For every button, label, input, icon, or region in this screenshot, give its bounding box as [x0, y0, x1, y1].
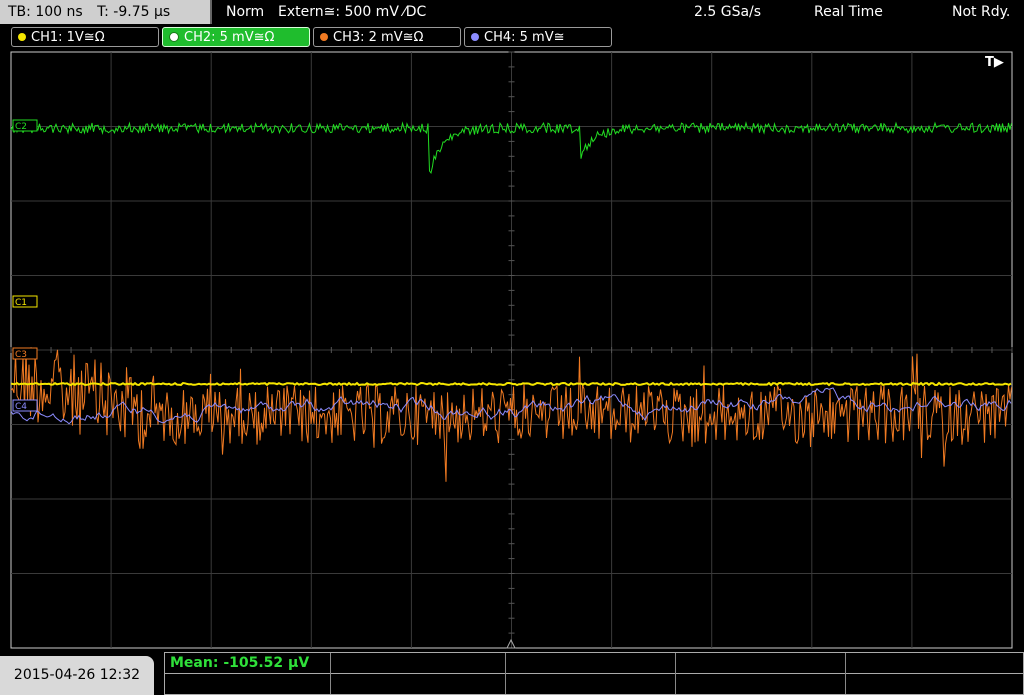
timebase-panel[interactable]: TB: 100 ns T: -9.75 µs [0, 0, 212, 24]
channel-offset-marker[interactable]: C4 [12, 399, 38, 412]
measurement-divider [505, 673, 506, 694]
trigger-indicator: T▶ [985, 55, 1004, 70]
channel-tab-ch3[interactable]: CH3: 2 mV≅Ω [313, 27, 461, 47]
trigger-source[interactable]: Extern≅: 500 mV ⁄DC [278, 0, 426, 24]
measurement-divider [845, 673, 846, 694]
channel-tab-ch4[interactable]: CH4: 5 mV≅ [464, 27, 612, 47]
measurement-divider [330, 673, 331, 694]
channel-tab-label: CH2: 5 mV≅Ω [184, 30, 275, 45]
channel-tab-label: CH4: 5 mV≅ [484, 30, 565, 45]
ch1-color-dot-icon [18, 32, 26, 41]
ch2-color-dot-icon [169, 31, 179, 42]
date-time: 2015-04-26 12:32 [0, 656, 154, 695]
channel-offset-marker[interactable]: C2 [12, 119, 38, 132]
ch4-color-dot-icon [471, 32, 479, 41]
channel-offset-marker[interactable]: C3 [12, 347, 38, 360]
mean-measurement: Mean: -105.52 µV [170, 655, 310, 671]
measurement-row-2[interactable] [164, 673, 1024, 695]
channel-marker-label: C3 [15, 350, 27, 360]
sample-rate[interactable]: 2.5 GSa/s [694, 0, 761, 24]
ch3-color-dot-icon [320, 32, 328, 41]
channel-marker-label: C4 [15, 402, 27, 412]
channel-offset-marker[interactable]: C1 [12, 295, 38, 308]
channel-marker-label: C2 [15, 122, 27, 132]
channel-tab-ch2[interactable]: CH2: 5 mV≅Ω [162, 27, 310, 47]
waveform-display[interactable]: C2 C1 C3 C4 T▶ [0, 50, 1024, 650]
trigger-position-value: T: -9.75 µs [97, 4, 171, 20]
channel-tab-ch1[interactable]: CH1: 1V≅Ω [11, 27, 159, 47]
measurement-divider [675, 673, 676, 694]
acquisition-mode[interactable]: Norm [226, 0, 264, 24]
measurement-divider [675, 653, 676, 673]
status-bar: TB: 100 ns T: -9.75 µs Norm Extern≅: 500… [0, 0, 1024, 24]
measurement-divider [330, 653, 331, 673]
channel-tab-label: CH1: 1V≅Ω [31, 30, 105, 45]
channel-tab-label: CH3: 2 mV≅Ω [333, 30, 424, 45]
measurement-divider [505, 653, 506, 673]
measurement-divider [845, 653, 846, 673]
timebase-value: TB: 100 ns [8, 4, 83, 20]
channel-marker-label: C1 [15, 298, 27, 308]
trigger-status: Not Rdy. [952, 4, 1011, 20]
display-mode[interactable]: Real Time [814, 0, 883, 24]
